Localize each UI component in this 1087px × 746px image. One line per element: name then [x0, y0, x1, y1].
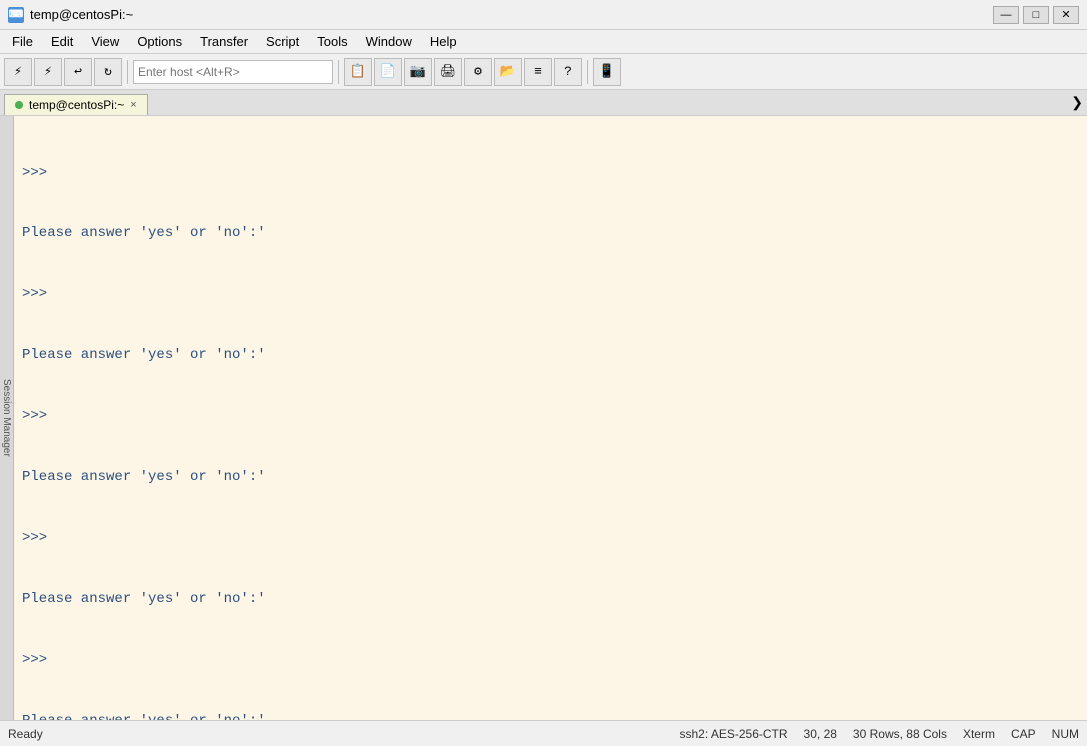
- terminal-line: Please answer 'yes' or 'no':': [22, 589, 1079, 609]
- terminal-line: Please answer 'yes' or 'no':': [22, 223, 1079, 243]
- menu-options[interactable]: Options: [129, 32, 190, 51]
- close-button[interactable]: ✕: [1053, 6, 1079, 24]
- terminal-line: >>>: [22, 528, 1079, 548]
- tab-close-button[interactable]: ×: [130, 99, 136, 111]
- terminal-line: >>>: [22, 163, 1079, 183]
- toolbar-copy[interactable]: 📋: [344, 58, 372, 86]
- terminal-scrollback: >>> Please answer 'yes' or 'no':' >>> Pl…: [22, 122, 1079, 720]
- status-num: NUM: [1052, 727, 1079, 741]
- toolbar-findfiles[interactable]: 📷: [404, 58, 432, 86]
- panel-collapse-button[interactable]: ❯: [1071, 94, 1083, 111]
- maximize-button[interactable]: □: [1023, 6, 1049, 24]
- status-bar: Ready ssh2: AES-256-CTR 30, 28 30 Rows, …: [0, 720, 1087, 746]
- tab-title: temp@centosPi:~: [29, 98, 124, 112]
- menu-file[interactable]: File: [4, 32, 41, 51]
- toolbar-sep-2: [338, 60, 339, 84]
- toolbar-connect[interactable]: ⚡: [34, 58, 62, 86]
- status-caps: CAP: [1011, 727, 1036, 741]
- window-title: temp@centosPi:~: [30, 7, 993, 22]
- toolbar-settings[interactable]: ⚙: [464, 58, 492, 86]
- toolbar-filter[interactable]: ≡: [524, 58, 552, 86]
- menu-edit[interactable]: Edit: [43, 32, 81, 51]
- toolbar-paste[interactable]: 📄: [374, 58, 402, 86]
- terminal-area[interactable]: >>> Please answer 'yes' or 'no':' >>> Pl…: [14, 116, 1087, 720]
- menu-script[interactable]: Script: [258, 32, 307, 51]
- session-manager-label: Session Manager: [1, 379, 12, 457]
- title-bar: ⌨ temp@centosPi:~ — □ ✕: [0, 0, 1087, 30]
- connection-status-icon: [15, 101, 23, 109]
- toolbar-help[interactable]: ?: [554, 58, 582, 86]
- main-area: Session Manager >>> Please answer 'yes' …: [0, 116, 1087, 720]
- status-position: 30, 28: [804, 727, 837, 741]
- toolbar-extra[interactable]: 📱: [593, 58, 621, 86]
- session-manager-sidebar[interactable]: Session Manager: [0, 116, 14, 720]
- menu-help[interactable]: Help: [422, 32, 465, 51]
- toolbar-new-session[interactable]: ⚡: [4, 58, 32, 86]
- terminal-line: Please answer 'yes' or 'no':': [22, 345, 1079, 365]
- status-size: 30 Rows, 88 Cols: [853, 727, 947, 741]
- minimize-button[interactable]: —: [993, 6, 1019, 24]
- terminal-line: Please answer 'yes' or 'no':': [22, 711, 1079, 720]
- toolbar-sep-1: [127, 60, 128, 84]
- toolbar-print[interactable]: 🖨: [434, 58, 462, 86]
- status-terminal-type: Xterm: [963, 727, 995, 741]
- terminal-line: >>>: [22, 284, 1079, 304]
- status-encryption: ssh2: AES-256-CTR: [680, 727, 788, 741]
- terminal-line: >>>: [22, 406, 1079, 426]
- menu-tools[interactable]: Tools: [309, 32, 355, 51]
- toolbar-sftp[interactable]: 📂: [494, 58, 522, 86]
- toolbar: ⚡ ⚡ ↩ ↻ 📋 📄 📷 🖨 ⚙ 📂 ≡ ? 📱: [0, 54, 1087, 90]
- toolbar-sep-3: [587, 60, 588, 84]
- menu-bar: File Edit View Options Transfer Script T…: [0, 30, 1087, 54]
- terminal-line: Please answer 'yes' or 'no':': [22, 467, 1079, 487]
- window-controls: — □ ✕: [993, 6, 1079, 24]
- host-input[interactable]: [133, 60, 333, 84]
- terminal-line: >>>: [22, 650, 1079, 670]
- menu-transfer[interactable]: Transfer: [192, 32, 256, 51]
- menu-window[interactable]: Window: [358, 32, 420, 51]
- menu-view[interactable]: View: [83, 32, 127, 51]
- status-ready: Ready: [8, 727, 664, 741]
- tab-bar: temp@centosPi:~ × ❯: [0, 90, 1087, 116]
- toolbar-clone[interactable]: ↩: [64, 58, 92, 86]
- session-tab[interactable]: temp@centosPi:~ ×: [4, 94, 148, 115]
- app-icon: ⌨: [8, 7, 24, 23]
- toolbar-reconnect[interactable]: ↻: [94, 58, 122, 86]
